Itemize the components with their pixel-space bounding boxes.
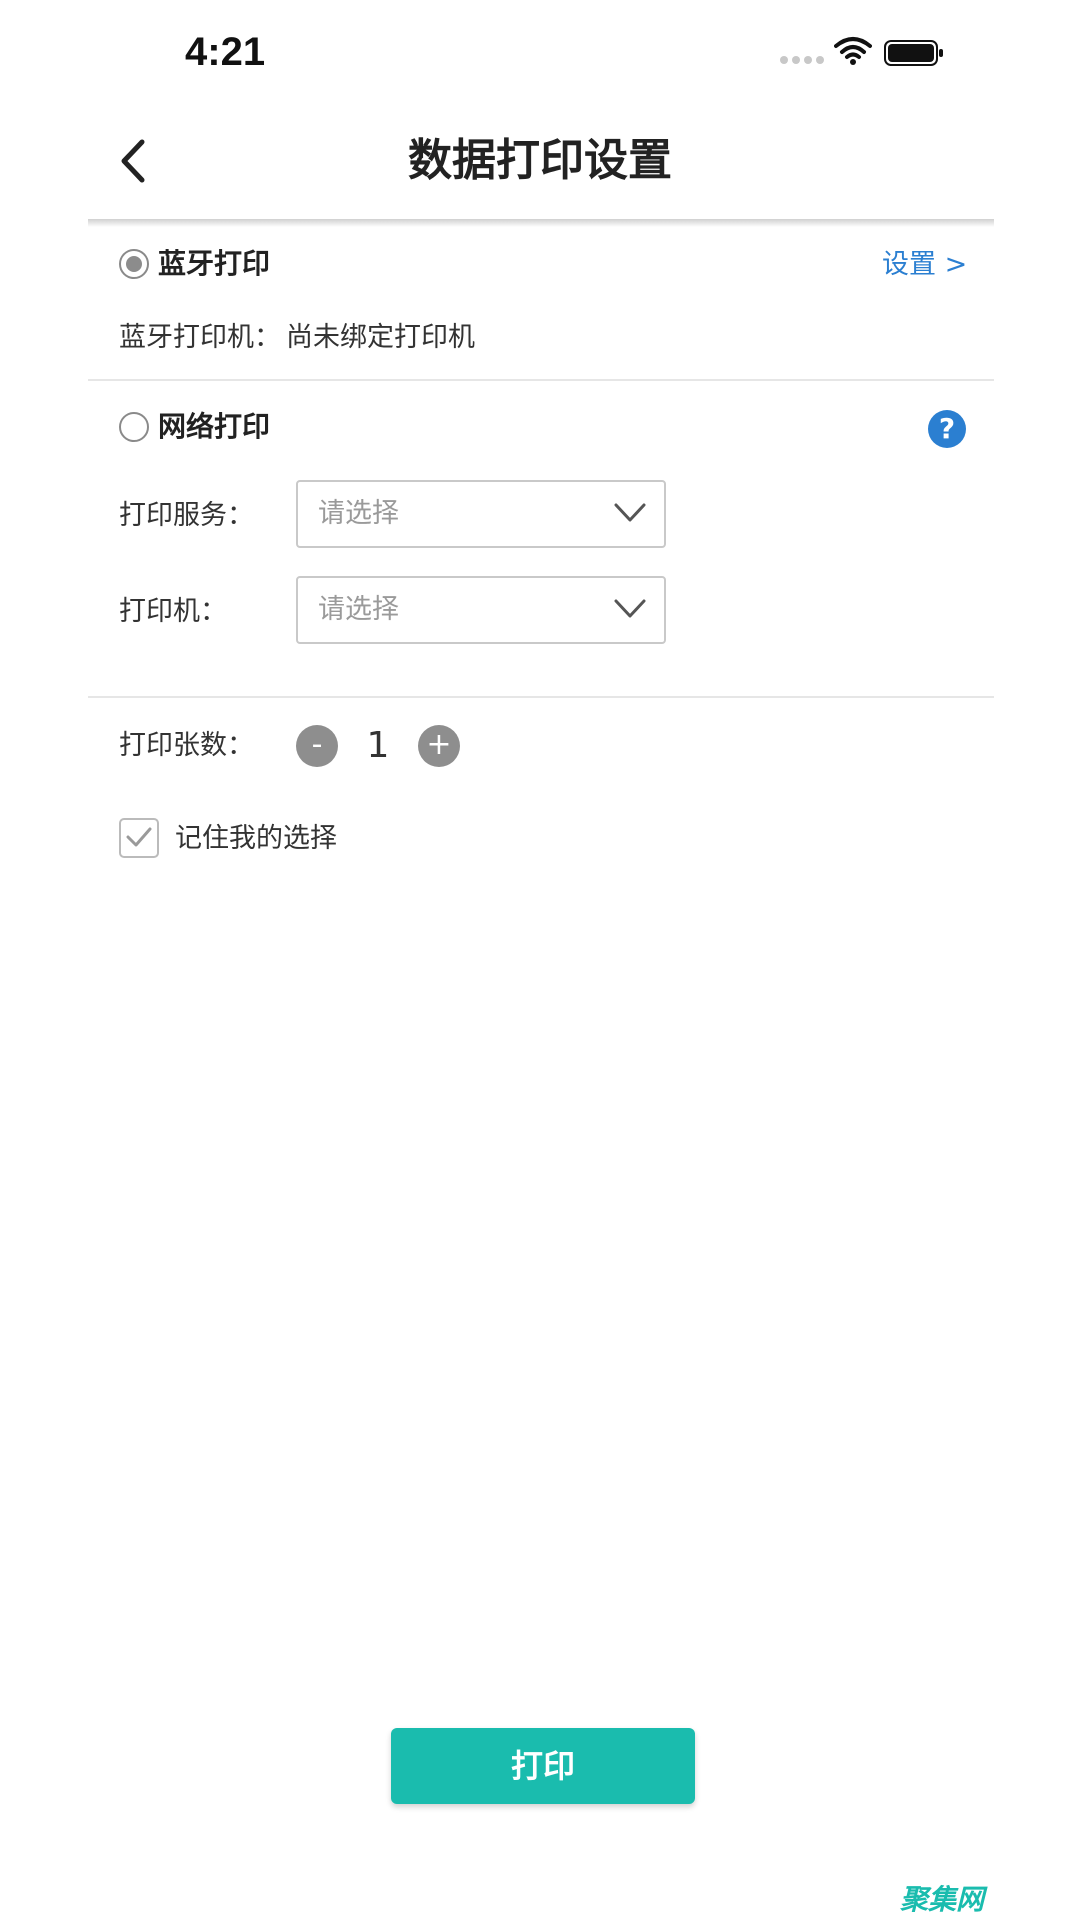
printer-placeholder: 请选择 (318, 594, 399, 625)
header-divider (88, 219, 994, 227)
question-circle-icon[interactable]: ? (928, 410, 966, 448)
bluetooth-radio[interactable] (119, 249, 149, 279)
chevron-down-icon (614, 599, 646, 618)
section-divider (88, 696, 994, 698)
copies-value: 1 (366, 725, 390, 766)
printer-select[interactable]: 请选择 (296, 576, 666, 644)
bluetooth-settings-link[interactable]: 设置 > (882, 247, 967, 283)
print-service-placeholder: 请选择 (318, 498, 399, 529)
status-time: 4:21 (185, 30, 266, 74)
network-print-label[interactable]: 网络打印 (158, 409, 270, 445)
network-radio[interactable] (119, 412, 149, 442)
copies-label: 打印张数： (119, 730, 254, 761)
battery-icon (884, 40, 943, 66)
print-button[interactable]: 打印 (391, 1728, 695, 1804)
cellular-signal-icon (780, 56, 824, 64)
bluetooth-printer-label: 蓝牙打印机： (119, 322, 281, 353)
section-divider (88, 379, 994, 381)
remember-label[interactable]: 记住我的选择 (175, 821, 337, 857)
decrease-copies-button[interactable]: - (296, 725, 338, 767)
checkmark-icon (126, 827, 152, 847)
back-button[interactable] (114, 136, 154, 186)
print-service-label: 打印服务： (119, 500, 254, 531)
wifi-icon (834, 37, 872, 65)
watermark-logo: 聚集网 (900, 1883, 985, 1916)
chevron-down-icon (614, 503, 646, 522)
bluetooth-printer-value: 尚未绑定打印机 (286, 322, 475, 353)
print-service-select[interactable]: 请选择 (296, 480, 666, 548)
printer-label: 打印机： (119, 596, 227, 627)
remember-checkbox[interactable] (119, 818, 159, 858)
increase-copies-button[interactable]: + (418, 725, 460, 767)
page-title: 数据打印设置 (408, 135, 672, 186)
bluetooth-print-label[interactable]: 蓝牙打印 (158, 246, 270, 282)
